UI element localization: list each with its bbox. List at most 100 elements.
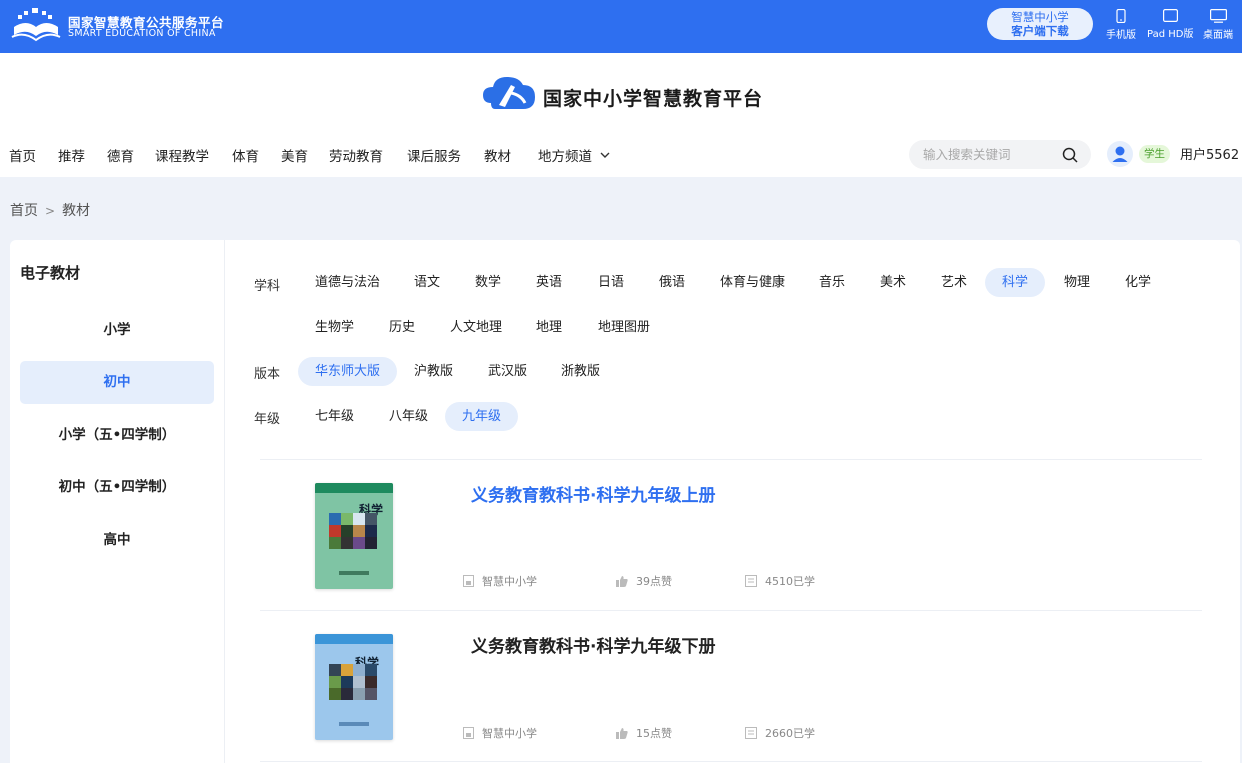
publisher-name: 智慧中小学 [482,575,537,588]
user-icon [1112,146,1128,162]
sidebar-item-primary[interactable]: 小学 [20,309,214,352]
breadcrumb-home[interactable]: 首页 [10,203,38,219]
sidebar-title: 电子教材 [20,264,81,282]
search-icon[interactable] [1062,147,1078,163]
book-likes: 39点赞 [616,573,672,589]
publisher-name: 智慧中小学 [482,727,537,740]
sidebar-item-junior-54[interactable]: 初中（五•四学制） [20,466,214,509]
book-cover[interactable]: 科学 [315,483,393,589]
site-logo-icon[interactable] [481,73,537,117]
nav-local-channel-label: 地方频道 [538,149,592,165]
learners-count: 4510已学 [765,575,815,588]
nav-home[interactable]: 首页 [9,145,36,165]
likes-count: 39点赞 [636,575,672,588]
subject-chip-active[interactable]: 科学 [985,268,1046,297]
device-mobile[interactable]: 手机版 [1106,9,1136,41]
learners-icon [745,575,757,587]
list-divider [260,761,1202,762]
role-badge: 学生 [1139,145,1170,163]
device-desktop[interactable]: 桌面端 [1203,9,1233,41]
learners-count: 2660已学 [765,727,815,740]
search-box [909,140,1091,169]
subject-chip[interactable]: 俄语 [642,268,702,297]
subject-chip[interactable]: 生物学 [298,313,371,342]
download-line-2: 客户端下载 [1011,24,1069,38]
sidebar-item-junior[interactable]: 初中 [20,361,214,404]
book-title[interactable]: 义务教育教科书·科学九年级下册 [471,632,715,657]
nav-local-channel[interactable]: 地方频道 [538,145,610,165]
subject-chip[interactable]: 化学 [1108,268,1168,297]
edition-chip-active[interactable]: 华东师大版 [298,357,398,386]
tablet-icon [1162,9,1178,22]
grade-chip-active[interactable]: 九年级 [445,402,519,431]
desktop-icon [1209,9,1227,23]
device-pad-label: Pad HD版 [1147,29,1194,40]
top-bar: 国家智慧教育公共服务平台 SMART EDUCATION OF CHINA 智慧… [0,0,1242,53]
username[interactable]: 用户5562 [1180,144,1239,163]
platform-logo-icon[interactable] [10,7,62,43]
subject-chip[interactable]: 音乐 [802,268,862,297]
thumbs-up-icon [616,576,628,587]
thumbs-up-icon [616,728,628,739]
grade-chip[interactable]: 七年级 [298,402,371,431]
publisher-icon [463,727,474,739]
client-download-button[interactable]: 智慧中小学 客户端下载 [987,8,1093,40]
site-title: 国家中小学智慧教育平台 [543,88,764,110]
device-mobile-label: 手机版 [1106,30,1136,41]
book-publisher: 智慧中小学 [463,725,537,741]
nav-after-school[interactable]: 课后服务 [407,145,461,165]
sidebar-item-senior[interactable]: 高中 [20,519,214,562]
breadcrumb: 首页 > 教材 [10,200,90,220]
publisher-icon [463,575,474,587]
device-pad[interactable]: Pad HD版 [1147,9,1193,40]
nav-textbook[interactable]: 教材 [484,145,511,165]
grade-filter-label: 年级 [254,412,281,427]
book-likes: 15点赞 [616,725,672,741]
search-input[interactable] [923,140,1063,169]
stage-sidebar: 电子教材 小学 初中 小学（五•四学制） 初中（五•四学制） 高中 [10,240,225,763]
subject-chip[interactable]: 英语 [519,268,579,297]
chevron-down-icon [600,152,610,158]
book-cover[interactable]: 科学 [315,634,393,740]
breadcrumb-separator: > [45,204,56,218]
subject-chip[interactable]: 语文 [397,268,457,297]
learners-icon [745,727,757,739]
textbook-panel: 电子教材 小学 初中 小学（五•四学制） 初中（五•四学制） 高中 学科 道德与… [10,240,1240,763]
book-title[interactable]: 义务教育教科书·科学九年级上册 [471,481,715,506]
book-publisher: 智慧中小学 [463,573,537,589]
subject-chip[interactable]: 道德与法治 [298,268,397,297]
subject-chip[interactable]: 艺术 [924,268,984,297]
edition-filter-label: 版本 [254,367,281,382]
subject-chip[interactable]: 历史 [372,313,432,342]
site-header: 国家中小学智慧教育平台 首页 推荐 德育 课程教学 体育 美育 劳动教育 课后服… [0,53,1242,177]
subject-chip[interactable]: 地理 [519,313,579,342]
edition-chip[interactable]: 武汉版 [471,357,544,386]
nav-arts[interactable]: 美育 [281,145,308,165]
subject-filter-label: 学科 [254,279,281,294]
grade-chip[interactable]: 八年级 [372,402,445,431]
subject-chip[interactable]: 物理 [1047,268,1107,297]
nav-recommend[interactable]: 推荐 [58,145,85,165]
nav-sports[interactable]: 体育 [232,145,259,165]
subject-chip[interactable]: 数学 [458,268,518,297]
subject-chip[interactable]: 人文地理 [433,313,519,342]
breadcrumb-current: 教材 [62,203,91,219]
edition-chip[interactable]: 沪教版 [397,357,470,386]
sidebar-item-primary-54[interactable]: 小学（五•四学制） [20,414,214,457]
subject-chip[interactable]: 日语 [581,268,641,297]
subject-chip[interactable]: 体育与健康 [703,268,802,297]
subject-chip[interactable]: 地理图册 [581,313,667,342]
phone-icon [1116,9,1126,23]
nav-course[interactable]: 课程教学 [155,145,209,165]
subject-chip[interactable]: 美术 [863,268,923,297]
list-divider [260,459,1202,460]
device-desktop-label: 桌面端 [1203,30,1233,41]
edition-chip[interactable]: 浙教版 [544,357,617,386]
likes-count: 15点赞 [636,727,672,740]
download-line-1: 智慧中小学 [1011,10,1069,24]
list-divider [260,610,1202,611]
user-avatar[interactable] [1107,141,1133,167]
brand-name-en: SMART EDUCATION OF CHINA [68,28,216,39]
nav-labor[interactable]: 劳动教育 [329,145,383,165]
nav-moral[interactable]: 德育 [107,145,134,165]
